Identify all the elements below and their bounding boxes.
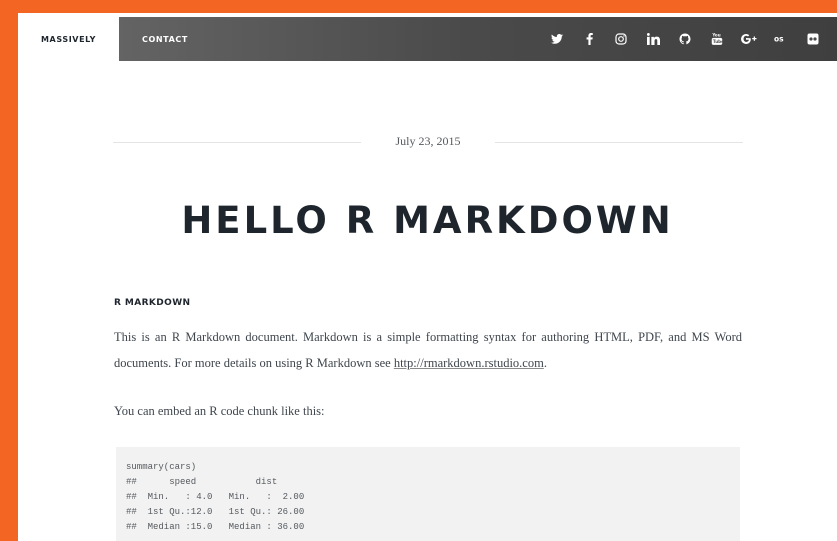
code-line: summary(cars) [126,462,197,472]
github-icon[interactable] [673,17,697,61]
flickr-icon[interactable] [801,17,825,61]
code-line: ## 1st Qu.:12.0 1st Qu.: 26.00 [126,507,316,517]
rmarkdown-link[interactable]: http://rmarkdown.rstudio.com [394,356,544,370]
svg-text:Tube: Tube [713,39,723,44]
linkedin-icon[interactable] [641,17,665,61]
twitter-icon[interactable] [545,17,569,61]
date-divider-right [495,142,743,143]
code-line: ## Min. : 4.0 Min. : 2.00 [126,492,316,502]
intro-text-end: . [543,356,547,370]
page: MASSIVELY CONTACT You Tube os July 23, 2… [18,13,837,541]
code-line: ## Median :15.0 Median : 36.00 [126,522,316,532]
youtube-icon[interactable]: You Tube [705,17,729,61]
code-intro-paragraph: You can embed an R code chunk like this: [114,404,325,418]
code-line: ## speed dist [126,477,316,487]
nav-link-contact[interactable]: CONTACT [142,35,188,44]
facebook-icon[interactable] [577,17,601,61]
top-navbar: MASSIVELY CONTACT You Tube os [18,17,837,61]
post-date-row: July 23, 2015 [113,132,743,152]
instagram-icon[interactable] [609,17,633,61]
post-title: HELLO R MARKDOWN [181,199,674,242]
google-plus-icon[interactable] [737,17,761,61]
nav-brand-massively[interactable]: MASSIVELY [18,17,119,61]
svg-text:You: You [711,33,720,38]
intro-paragraph: This is an R Markdown document. Markdown… [114,324,742,376]
lastfm-icon[interactable]: os [769,17,793,61]
svg-text:os: os [774,35,784,44]
code-block: summary(cars) ## speed dist ## Min. : 4.0… [116,447,740,541]
section-heading: R MARKDOWN [114,298,191,308]
social-icons: You Tube os [537,17,825,61]
